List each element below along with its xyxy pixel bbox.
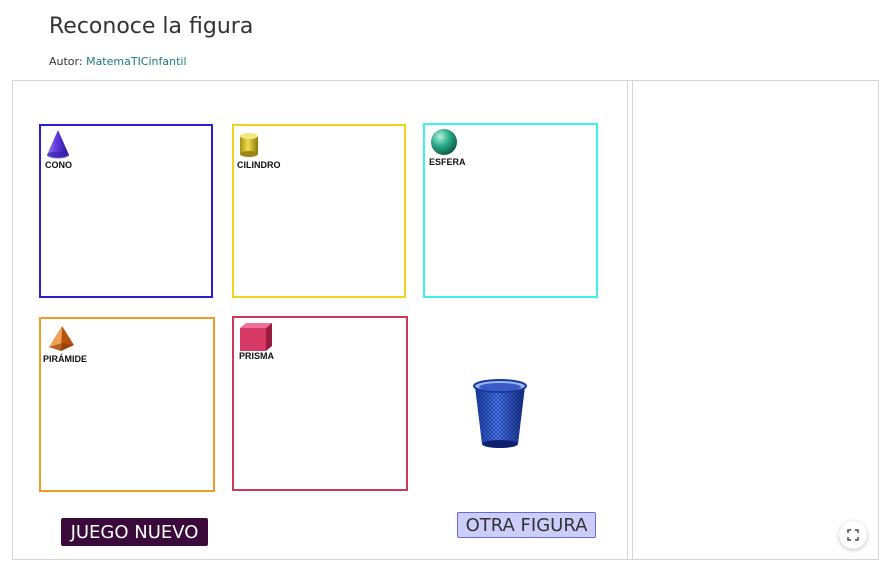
- other-figure-button[interactable]: OTRA FIGURA: [457, 512, 596, 538]
- page-title: Reconoce la figura: [49, 14, 254, 39]
- fullscreen-icon: [847, 529, 859, 541]
- pyramid-icon[interactable]: [46, 325, 76, 353]
- author-line: Autor: MatemaTICinfantil: [49, 55, 187, 68]
- drop-box-pyramid[interactable]: PIRÁMIDE: [39, 317, 215, 492]
- applet-frame: CONO CILINDRO ESFERA PIRÁMIDE PRISMA JUE…: [12, 80, 879, 560]
- panel-divider[interactable]: [627, 81, 633, 559]
- box-label-prism: PRISMA: [239, 351, 275, 361]
- box-label-sphere: ESFERA: [429, 157, 466, 167]
- box-label-pyramid: PIRÁMIDE: [43, 354, 88, 364]
- cone-icon[interactable]: [45, 129, 71, 161]
- prism-icon[interactable]: [238, 322, 274, 352]
- trash-can-icon[interactable]: [470, 378, 530, 450]
- sphere-icon[interactable]: [430, 128, 458, 156]
- fullscreen-button[interactable]: [839, 521, 867, 549]
- drop-box-sphere[interactable]: ESFERA: [423, 123, 598, 298]
- cylinder-icon[interactable]: [239, 132, 259, 158]
- box-label-cylinder: CILINDRO: [237, 160, 281, 170]
- drop-box-prism[interactable]: PRISMA: [232, 316, 408, 491]
- author-link[interactable]: MatemaTICinfantil: [86, 55, 186, 68]
- author-label: Autor:: [49, 55, 83, 68]
- box-label-cone: CONO: [45, 160, 72, 170]
- drop-box-cone[interactable]: CONO: [39, 124, 213, 298]
- new-game-button[interactable]: JUEGO NUEVO: [61, 518, 208, 546]
- drop-box-cylinder[interactable]: CILINDRO: [232, 124, 406, 298]
